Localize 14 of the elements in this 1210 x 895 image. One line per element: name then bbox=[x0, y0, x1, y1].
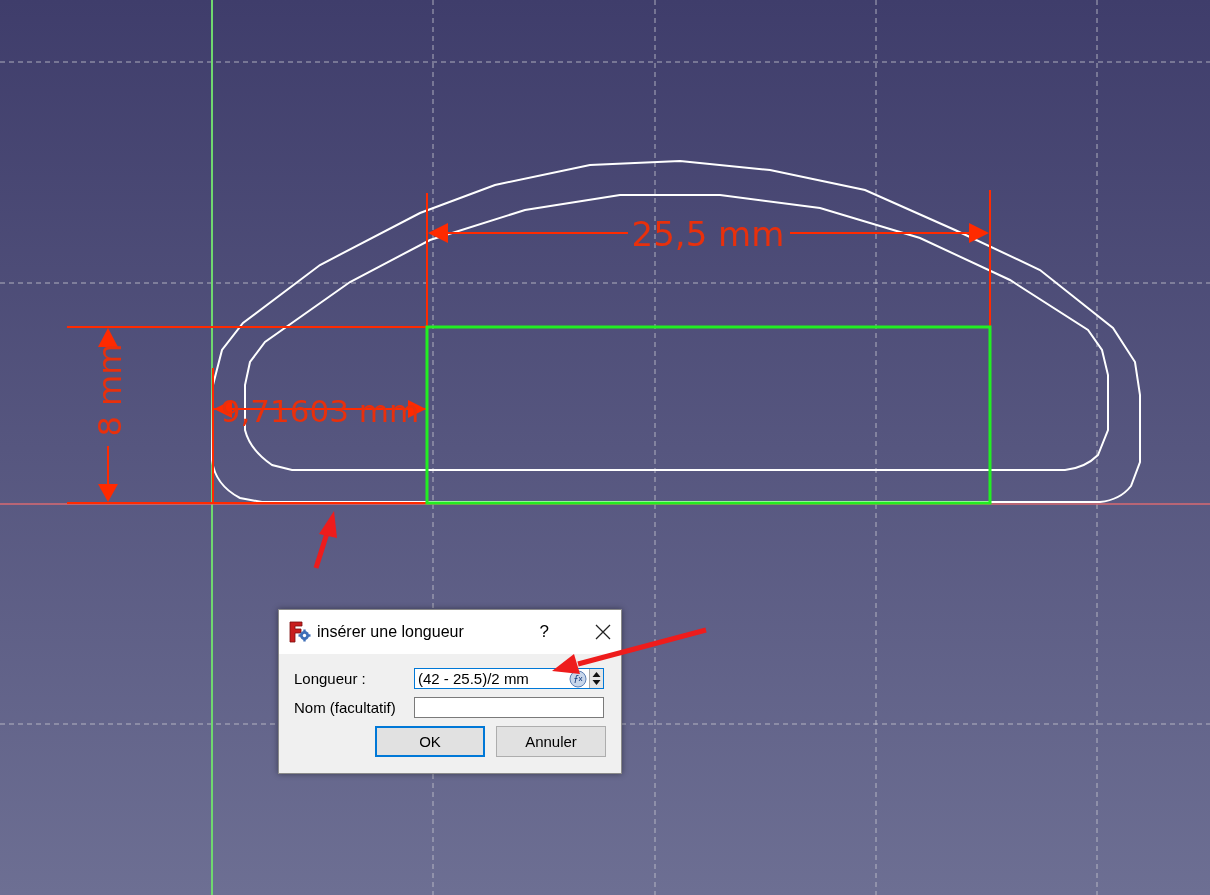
input-field[interactable] bbox=[414, 697, 604, 718]
spin-buttons[interactable] bbox=[589, 669, 603, 688]
app-gear-icon bbox=[289, 621, 311, 643]
input-field[interactable]: (42 - 25.5)/2 mm bbox=[414, 668, 604, 689]
field-label: Nom (facultatif) bbox=[294, 699, 397, 716]
dialog-button[interactable]: OK bbox=[375, 726, 485, 757]
annotation-arrow bbox=[313, 511, 337, 569]
dimension-label: 25,5 mm bbox=[631, 214, 785, 254]
help-button[interactable]: ? bbox=[539, 622, 549, 642]
dialog-title: insérer une longueur bbox=[317, 623, 465, 641]
field-label: Longueur : bbox=[294, 670, 367, 687]
dimension-label: 8 mm bbox=[91, 343, 129, 437]
close-icon[interactable] bbox=[595, 624, 611, 640]
dialog-button[interactable]: Annuler bbox=[496, 726, 606, 757]
